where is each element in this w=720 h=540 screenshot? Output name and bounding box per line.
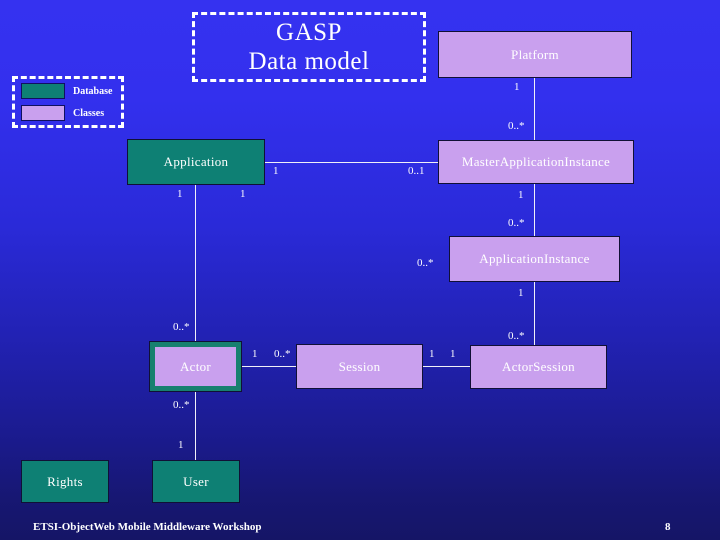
- node-masterapplicationinstance-label: MasterApplicationInstance: [461, 154, 611, 169]
- multiplicity-session-left: 0..*: [274, 348, 291, 360]
- multiplicity-user-top: 1: [178, 439, 184, 451]
- multiplicity-platform-bottom: 1: [514, 81, 520, 93]
- node-user-label: User: [183, 473, 209, 489]
- multiplicity-session-right: 1: [429, 348, 435, 360]
- node-applicationinstance[interactable]: ApplicationInstance: [449, 236, 620, 282]
- node-session-label: Session: [338, 358, 381, 374]
- multiplicity-appinst-left: 0..*: [417, 257, 434, 269]
- node-platform[interactable]: Platform: [438, 31, 632, 78]
- node-actor[interactable]: Actor: [149, 341, 242, 392]
- multiplicity-appinst-bottom: 1: [518, 287, 524, 299]
- slide-canvas: GASP Data model Database Classes Platfor…: [0, 0, 720, 540]
- node-actor-label: Actor: [179, 358, 212, 374]
- multiplicity-actor-bottom: 0..*: [173, 399, 190, 411]
- node-session[interactable]: Session: [296, 344, 423, 389]
- connector-application-actor: [195, 183, 196, 342]
- node-application-label: Application: [163, 154, 229, 169]
- multiplicity-application-bottom-right: 1: [240, 188, 246, 200]
- connector-application-masterappinst: [265, 162, 439, 163]
- multiplicity-actor-right: 1: [252, 348, 258, 360]
- legend-item-classes: Classes: [21, 105, 104, 121]
- slide-title-box: GASP Data model: [192, 12, 426, 82]
- node-rights[interactable]: Rights: [21, 460, 109, 503]
- multiplicity-actorsession-left: 1: [450, 348, 456, 360]
- connector-masterappinst-appinst: [534, 183, 535, 236]
- connector-actor-user: [195, 390, 196, 460]
- multiplicity-actorsession-top: 0..*: [508, 330, 525, 342]
- multiplicity-masterappinst-bottom: 1: [518, 189, 524, 201]
- node-actorsession-label: ActorSession: [502, 359, 575, 374]
- footer-text: ETSI-ObjectWeb Mobile Middleware Worksho…: [33, 521, 262, 533]
- slide-title-line-2: Data model: [248, 48, 370, 75]
- multiplicity-appinst-top: 0..*: [508, 217, 525, 229]
- legend-swatch-classes: [21, 105, 65, 121]
- footer-page-number: 8: [665, 521, 671, 533]
- multiplicity-masterappinst-top: 0..*: [508, 120, 525, 132]
- legend-label-database: Database: [73, 85, 113, 97]
- node-application[interactable]: Application: [127, 139, 265, 185]
- node-user[interactable]: User: [152, 460, 240, 503]
- node-platform-label: Platform: [511, 46, 559, 62]
- multiplicity-actor-top: 0..*: [173, 321, 190, 333]
- legend: Database Classes: [12, 76, 124, 128]
- node-applicationinstance-label: ApplicationInstance: [479, 251, 590, 266]
- legend-item-database: Database: [21, 83, 112, 99]
- node-actorsession[interactable]: ActorSession: [470, 345, 607, 389]
- multiplicity-masterappinst-left: 0..1: [408, 165, 425, 177]
- connector-appinst-actorsession: [534, 280, 535, 345]
- node-rights-label: Rights: [47, 473, 83, 489]
- multiplicity-application-bottom-left: 1: [177, 188, 183, 200]
- legend-label-classes: Classes: [73, 107, 105, 119]
- slide-title-line-1: GASP: [276, 18, 342, 46]
- legend-swatch-database: [21, 83, 65, 99]
- connector-platform-masterappinst: [534, 78, 535, 142]
- node-masterapplicationinstance[interactable]: MasterApplicationInstance: [438, 140, 634, 184]
- multiplicity-application-right: 1: [273, 165, 279, 177]
